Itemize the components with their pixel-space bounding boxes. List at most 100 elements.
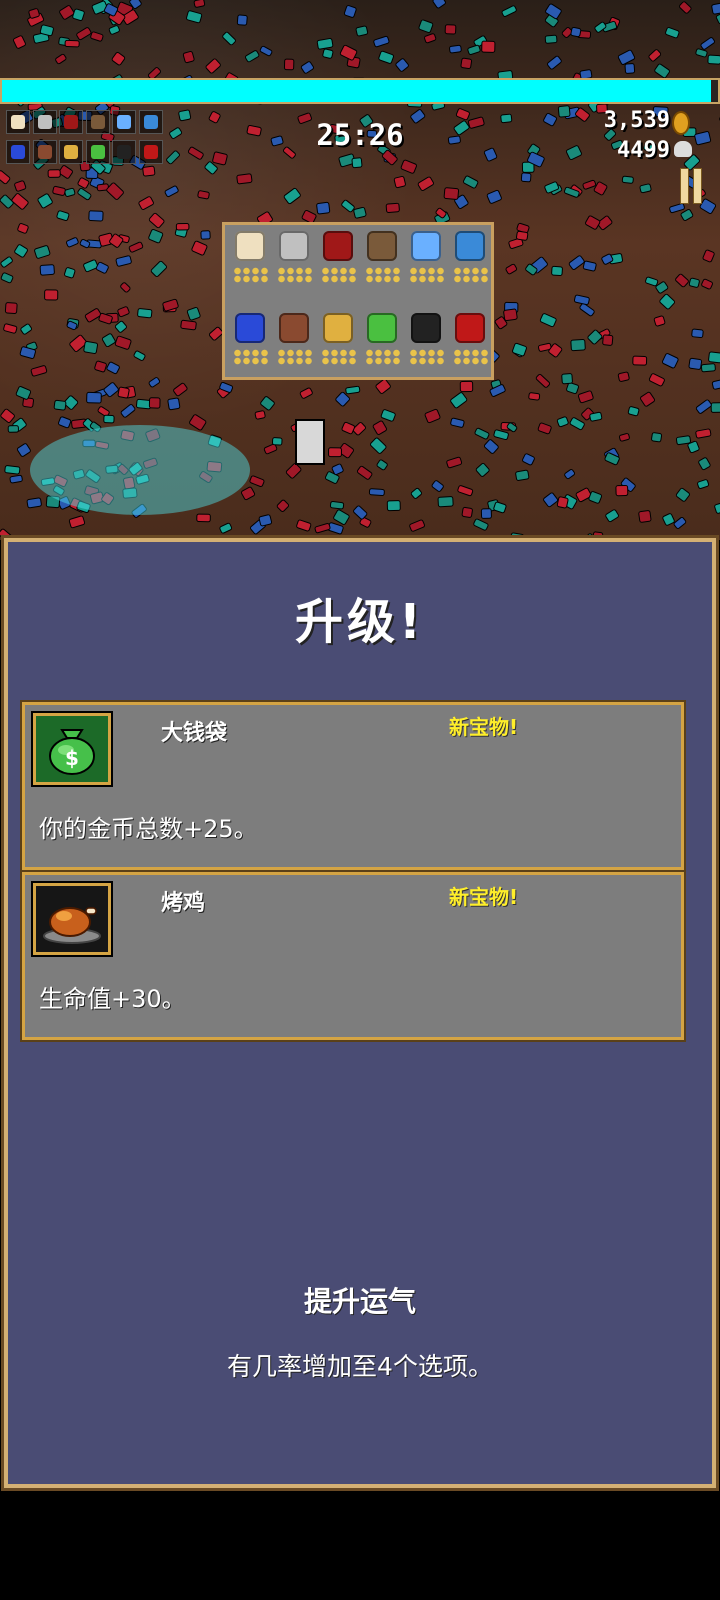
experience-gem <box>245 50 260 63</box>
whip-icon <box>37 115 52 129</box>
item-cell <box>317 229 361 299</box>
experience-gem <box>659 293 675 310</box>
experience-gem <box>90 31 104 42</box>
experience-gem <box>260 396 275 411</box>
garlic-icon <box>11 115 25 129</box>
upgrade-option-roast-chicken[interactable]: 烤鸡 新宝物! 生命值+30。 <box>20 870 686 1042</box>
experience-gem <box>241 486 256 501</box>
experience-gem <box>457 485 474 497</box>
hud-slot <box>85 140 110 164</box>
experience-gem <box>34 245 51 259</box>
experience-gem <box>178 109 192 122</box>
experience-gem <box>380 409 396 422</box>
experience-gem <box>639 183 652 194</box>
experience-gem <box>573 294 590 306</box>
experience-gem <box>205 58 221 74</box>
experience-gem <box>483 147 498 162</box>
item-level-pips <box>321 349 357 365</box>
experience-gem <box>370 437 387 454</box>
experience-gem <box>142 165 156 177</box>
survival-timer: 25:26 <box>316 118 404 152</box>
item-level-pips <box>453 349 489 365</box>
experience-gem <box>77 187 92 201</box>
experience-gem <box>587 329 603 345</box>
armor-icon <box>279 313 309 343</box>
experience-gem <box>537 422 552 435</box>
experience-gem <box>196 513 211 523</box>
experience-gem <box>520 172 532 183</box>
experience-gem <box>589 411 603 422</box>
experience-gem <box>665 27 680 39</box>
experience-gem <box>463 175 479 189</box>
experience-gem <box>16 443 31 457</box>
experience-gem <box>193 0 206 8</box>
experience-gem <box>654 63 670 79</box>
experience-gem <box>539 313 557 328</box>
experience-gem <box>450 392 468 409</box>
collected-items-panel <box>222 222 494 380</box>
experience-gem <box>707 54 720 65</box>
experience-gem <box>72 8 85 22</box>
experience-gem <box>64 187 76 197</box>
experience-gem <box>585 215 601 230</box>
bible-icon <box>323 231 353 261</box>
experience-gem <box>58 416 72 429</box>
candelabrador-icon <box>64 145 78 159</box>
orb-icon <box>11 145 25 159</box>
experience-gem <box>47 169 61 178</box>
experience-gem <box>653 315 666 327</box>
experience-gem <box>95 261 109 274</box>
experience-gem <box>561 373 573 385</box>
experience-gem <box>137 308 153 319</box>
new-item-badge: 新宝物! <box>449 885 519 909</box>
item-cell <box>273 311 317 381</box>
coin-icon <box>672 111 690 135</box>
experience-gem <box>695 399 712 414</box>
item-level-pips <box>409 267 445 283</box>
holy-water-icon <box>117 115 131 129</box>
pause-button[interactable] <box>680 168 702 204</box>
orb-icon <box>235 313 265 343</box>
experience-gem <box>443 187 460 200</box>
experience-gem <box>455 108 470 121</box>
item-cell <box>317 311 361 381</box>
experience-gem <box>164 185 179 198</box>
experience-gem <box>173 382 188 397</box>
experience-gem <box>77 177 90 189</box>
level-up-dialog: 升级! $ 大钱袋 新宝物! 你的金币总数+25。 烤鸡 新宝物! 生命值+30… <box>1 535 719 1491</box>
experience-gem <box>453 120 470 136</box>
experience-gem <box>258 514 273 527</box>
experience-gem <box>431 480 444 492</box>
armor-icon <box>37 145 52 159</box>
option-description: 你的金币总数+25。 <box>39 815 258 843</box>
experience-gem <box>515 469 530 481</box>
experience-gem <box>617 371 630 382</box>
experience-gem <box>44 289 59 301</box>
experience-gem <box>486 189 502 204</box>
experience-gem <box>424 33 437 44</box>
experience-gem <box>328 447 342 458</box>
experience-gem <box>166 150 180 165</box>
experience-gem <box>645 276 659 287</box>
item-level-pips <box>365 267 401 283</box>
experience-gem <box>133 350 146 361</box>
item-cell <box>229 311 273 381</box>
experience-gem <box>493 501 507 514</box>
experience-gem <box>447 135 461 145</box>
item-level-pips <box>365 349 401 365</box>
experience-gem <box>0 408 15 423</box>
candelabrador-icon <box>323 313 353 343</box>
experience-gem <box>39 264 55 276</box>
experience-gem <box>701 278 713 290</box>
experience-gem <box>316 201 331 215</box>
experience-gem <box>83 259 99 273</box>
experience-gem <box>37 193 53 209</box>
upgrade-option-money-bag[interactable]: $ 大钱袋 新宝物! 你的金币总数+25。 <box>20 700 686 872</box>
experience-gem <box>698 457 711 471</box>
experience-gem <box>101 333 116 348</box>
experience-gem <box>410 487 423 499</box>
experience-gem <box>688 277 700 288</box>
item-level-pips <box>233 267 269 283</box>
experience-gem <box>329 500 345 510</box>
item-cell <box>405 311 449 381</box>
